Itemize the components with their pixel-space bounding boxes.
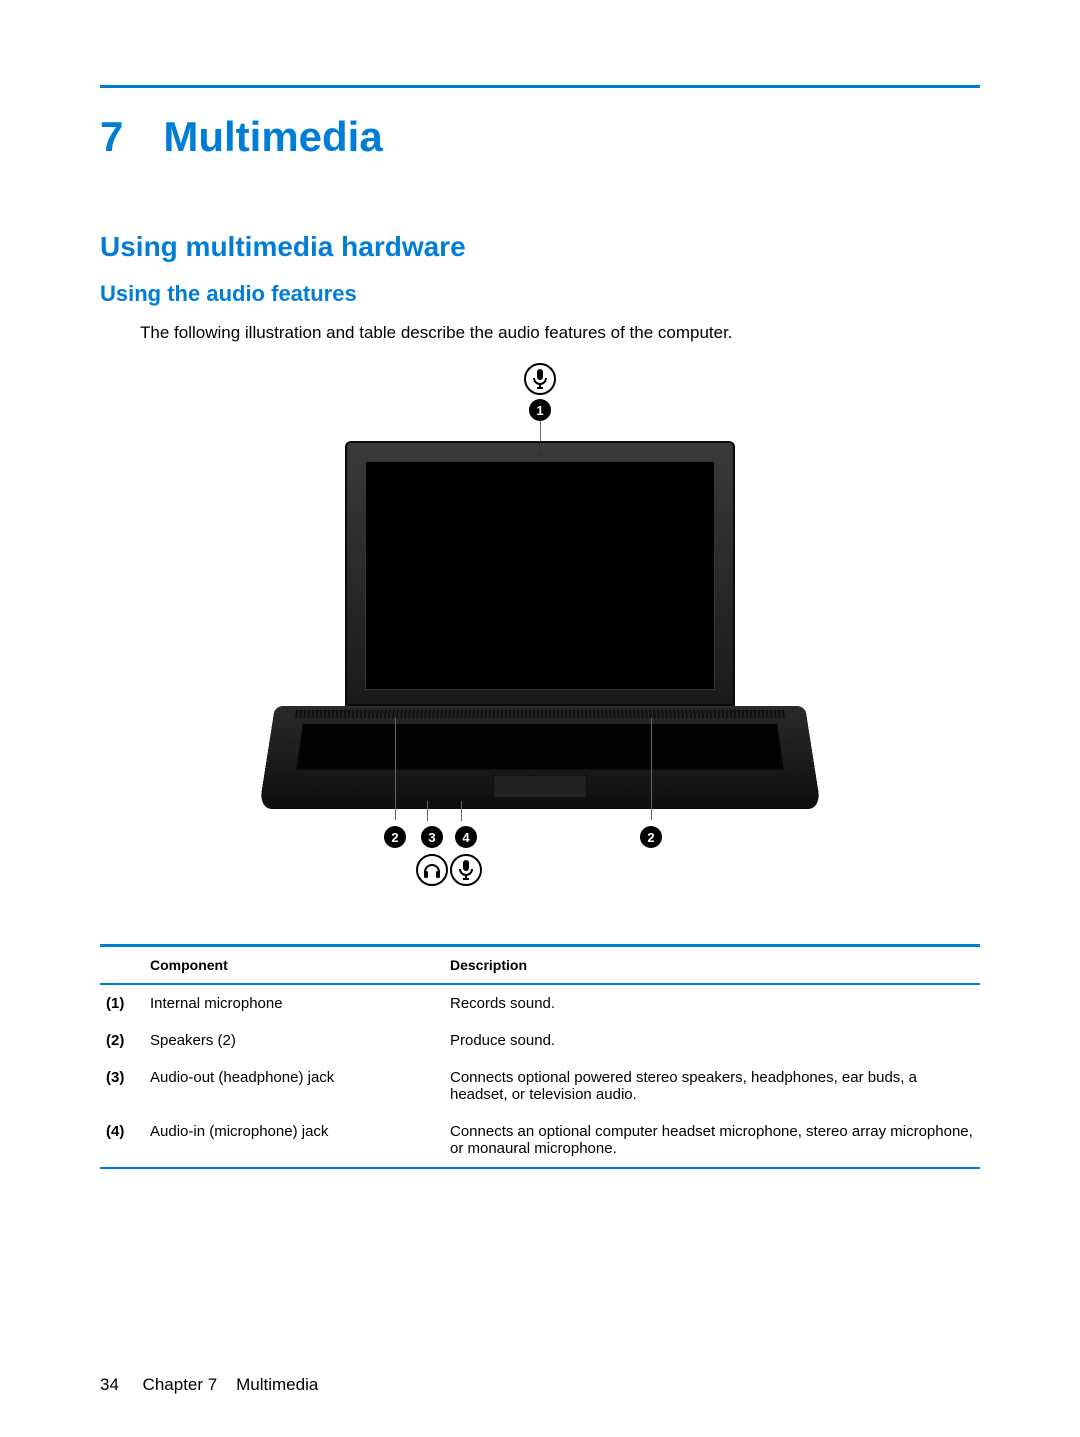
chapter-top-rule xyxy=(100,85,980,88)
page-footer: 34 Chapter 7 Multimedia xyxy=(100,1375,318,1395)
keyboard xyxy=(296,724,784,770)
leader-2-right xyxy=(651,718,652,820)
table-row: (3) Audio-out (headphone) jack Connects … xyxy=(100,1059,980,1113)
speaker-strip xyxy=(293,710,787,719)
page-number: 34 xyxy=(100,1375,119,1394)
row-component: Internal microphone xyxy=(144,984,444,1022)
footer-chapter-label: Chapter 7 xyxy=(143,1375,218,1394)
laptop-screen xyxy=(365,461,715,690)
laptop-base xyxy=(259,706,821,809)
row-description: Produce sound. xyxy=(444,1022,980,1059)
touchpad xyxy=(493,775,588,798)
chapter-title-text: Multimedia xyxy=(163,113,382,161)
row-num: (2) xyxy=(100,1022,144,1059)
row-num: (1) xyxy=(100,984,144,1022)
subsection-h3: Using the audio features xyxy=(100,281,980,307)
headphone-glyph xyxy=(422,860,442,880)
row-num: (3) xyxy=(100,1059,144,1113)
audio-features-table: Component Description (1) Internal micro… xyxy=(100,944,980,1169)
laptop-lid xyxy=(345,441,735,706)
microphone-glyph-2 xyxy=(458,860,474,880)
callout-2-left: 2 xyxy=(384,826,406,848)
microphone-jack-icon xyxy=(450,854,482,886)
callout-1: 1 xyxy=(529,399,551,421)
audio-features-illustration: 1 2 xyxy=(270,363,810,926)
callout-1-leader xyxy=(540,421,541,441)
table-header-blank xyxy=(100,946,144,985)
intro-paragraph: The following illustration and table des… xyxy=(140,323,980,343)
table-header-description: Description xyxy=(444,946,980,985)
callout-4: 4 xyxy=(455,826,477,848)
row-description: Connects optional powered stereo speaker… xyxy=(444,1059,980,1113)
row-component: Speakers (2) xyxy=(144,1022,444,1059)
row-description: Records sound. xyxy=(444,984,980,1022)
laptop-illustration xyxy=(270,441,810,826)
table-row: (4) Audio-in (microphone) jack Connects … xyxy=(100,1113,980,1168)
leader-4 xyxy=(461,801,462,821)
row-component: Audio-in (microphone) jack xyxy=(144,1113,444,1168)
bottom-callouts: 2 3 4 xyxy=(270,826,810,926)
row-description: Connects an optional computer headset mi… xyxy=(444,1113,980,1168)
chapter-number: 7 xyxy=(100,113,123,161)
webcam-dot xyxy=(537,451,543,457)
microphone-icon xyxy=(524,363,556,395)
table-row: (1) Internal microphone Records sound. xyxy=(100,984,980,1022)
callout-3: 3 xyxy=(421,826,443,848)
row-num: (4) xyxy=(100,1113,144,1168)
leader-3 xyxy=(427,801,428,821)
table-header-component: Component xyxy=(144,946,444,985)
microphone-glyph xyxy=(532,369,548,389)
leader-2-left xyxy=(395,718,396,820)
footer-chapter-name: Multimedia xyxy=(236,1375,318,1394)
row-component: Audio-out (headphone) jack xyxy=(144,1059,444,1113)
chapter-heading: 7 Multimedia xyxy=(100,113,980,161)
headphone-icon xyxy=(416,854,448,886)
section-h2: Using multimedia hardware xyxy=(100,231,980,263)
callout-2-right: 2 xyxy=(640,826,662,848)
table-row: (2) Speakers (2) Produce sound. xyxy=(100,1022,980,1059)
